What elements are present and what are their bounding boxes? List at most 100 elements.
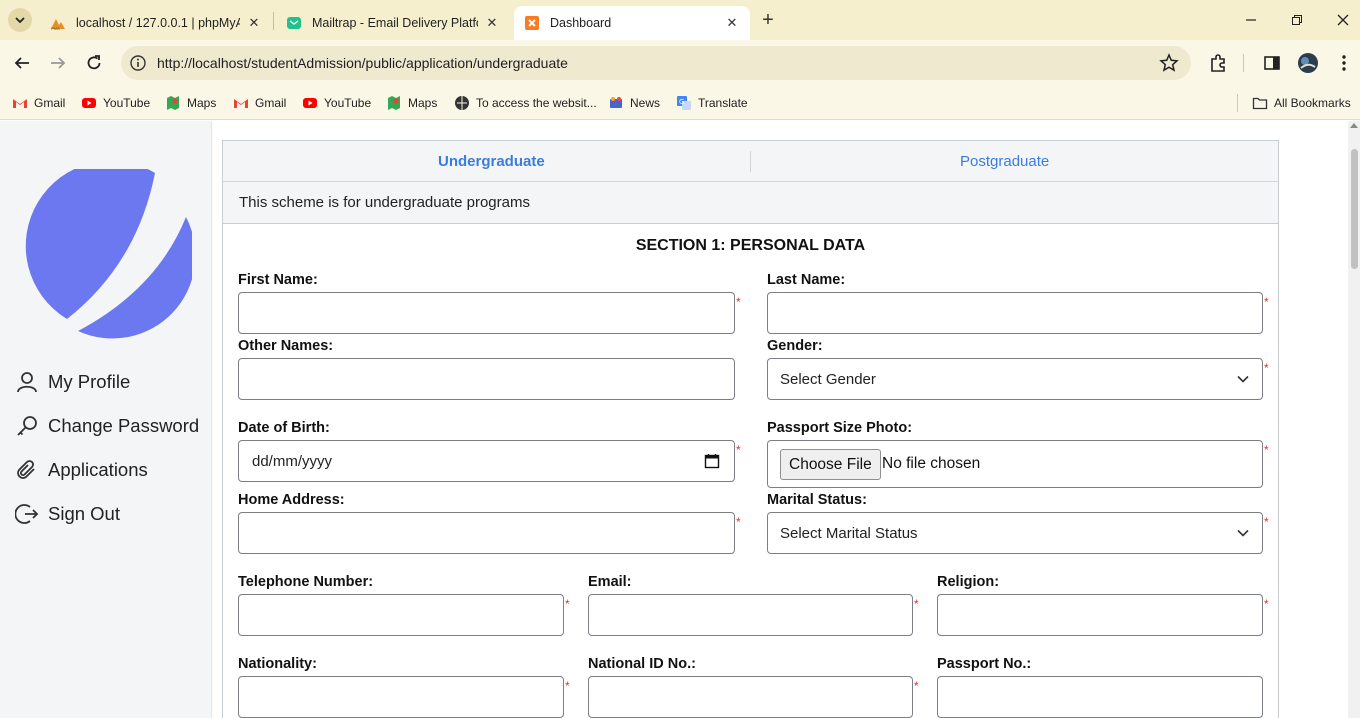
dob-field[interactable]: dd/mm/yyyy (238, 440, 735, 482)
bookmark-gmail-2[interactable]: Gmail (233, 92, 286, 114)
tab-phpmyadmin[interactable]: PMA localhost / 127.0.0.1 | phpMyAdmin ✕ (40, 6, 272, 40)
menu-button[interactable] (1333, 52, 1355, 74)
sign-out-icon (15, 504, 39, 524)
application-card: Undergraduate Postgraduate This scheme i… (222, 140, 1279, 718)
sidebar-item-applications[interactable]: Applications (15, 455, 148, 485)
svg-text:PMA: PMA (51, 26, 60, 31)
tab-search-button[interactable] (8, 8, 32, 32)
national-id-field[interactable] (588, 676, 913, 718)
minimize-button[interactable] (1241, 10, 1261, 30)
tab-undergraduate[interactable]: Undergraduate (438, 153, 545, 170)
close-icon (1337, 14, 1349, 26)
scheme-note: This scheme is for undergraduate program… (223, 182, 1278, 224)
address-field[interactable] (238, 512, 735, 554)
tab-dashboard[interactable]: Dashboard ✕ (514, 6, 750, 40)
sidebar-item-my-profile[interactable]: My Profile (15, 367, 130, 397)
back-button[interactable] (11, 52, 33, 74)
profile-button[interactable] (1297, 52, 1319, 74)
sidebar-item-label: Sign Out (48, 503, 120, 524)
marital-label: Marital Status: (767, 492, 867, 508)
required-mark: * (1264, 443, 1269, 457)
arrow-left-icon (14, 57, 29, 69)
bookmark-maps-2[interactable]: Maps (386, 92, 437, 114)
app-logo (25, 169, 192, 339)
chevron-down-icon (1237, 375, 1249, 383)
choose-file-button[interactable]: Choose File (780, 449, 881, 480)
arrow-right-icon (51, 57, 66, 69)
close-icon[interactable]: ✕ (246, 15, 262, 31)
required-mark: * (736, 443, 741, 457)
religion-field[interactable] (937, 594, 1263, 636)
close-icon[interactable]: ✕ (484, 15, 500, 31)
gender-select-value: Select Gender (780, 371, 876, 388)
required-mark: * (1264, 295, 1269, 309)
bookmark-youtube-2[interactable]: YouTube (302, 92, 371, 114)
restore-icon (1292, 15, 1302, 25)
required-mark: * (565, 597, 570, 611)
close-icon[interactable]: ✕ (724, 15, 740, 31)
tab-postgraduate[interactable]: Postgraduate (960, 153, 1049, 170)
side-panel-button[interactable] (1261, 52, 1283, 74)
tab-title: Mailtrap - Email Delivery Platform (312, 16, 478, 30)
first-name-label: First Name: (238, 272, 318, 288)
required-mark: * (1264, 597, 1269, 611)
key-icon (17, 416, 37, 436)
first-name-field[interactable] (238, 292, 735, 334)
forward-button[interactable] (47, 52, 69, 74)
folder-icon (1252, 97, 1268, 110)
news-icon (610, 97, 622, 108)
sidebar-item-change-password[interactable]: Change Password (15, 411, 199, 441)
close-window-button[interactable] (1333, 10, 1353, 30)
marital-select[interactable]: Select Marital Status (767, 512, 1263, 554)
tab-mailtrap[interactable]: Mailtrap - Email Delivery Platform ✕ (276, 6, 510, 40)
page-scrollbar[interactable] (1348, 121, 1360, 718)
photo-upload-field[interactable]: Choose File No file chosen (767, 440, 1263, 488)
chevron-down-icon (1237, 529, 1249, 537)
telephone-field[interactable] (238, 594, 564, 636)
address-label: Home Address: (238, 492, 345, 508)
file-status: No file chosen (882, 455, 981, 472)
bookmark-gmail[interactable]: Gmail (12, 92, 65, 114)
scrollbar-thumb[interactable] (1351, 149, 1358, 269)
translate-icon: G (677, 96, 691, 110)
maps-icon (388, 96, 400, 110)
other-names-field[interactable] (238, 358, 735, 400)
bookmark-translate[interactable]: G Translate (676, 92, 748, 114)
passport-label: Passport No.: (937, 656, 1032, 672)
restore-button[interactable] (1287, 10, 1307, 30)
user-icon (17, 372, 37, 393)
phpmyadmin-icon: PMA (51, 19, 65, 31)
marital-select-value: Select Marital Status (780, 525, 918, 542)
bookmark-news[interactable]: News (608, 92, 660, 114)
site-info-icon[interactable] (129, 54, 147, 72)
url-text[interactable]: http://localhost/studentAdmission/public… (157, 55, 568, 71)
nationality-field[interactable] (238, 676, 564, 718)
required-mark: * (565, 679, 570, 693)
extensions-button[interactable] (1207, 52, 1229, 74)
bookmark-website[interactable]: To access the websit... (454, 92, 597, 114)
youtube-icon (82, 98, 96, 108)
globe-icon (455, 96, 469, 110)
xampp-icon (525, 16, 539, 30)
last-name-field[interactable] (767, 292, 1263, 334)
section-title: SECTION 1: PERSONAL DATA (635, 237, 866, 254)
scroll-up-arrow[interactable] (1350, 123, 1358, 128)
svg-text:G: G (679, 98, 684, 106)
email-field[interactable] (588, 594, 913, 636)
passport-field[interactable] (937, 676, 1263, 718)
bookmark-maps[interactable]: Maps (165, 92, 216, 114)
gender-select[interactable]: Select Gender (767, 358, 1263, 400)
required-mark: * (736, 295, 741, 309)
bookmark-youtube[interactable]: YouTube (81, 92, 150, 114)
tab-title: localhost / 127.0.0.1 | phpMyAdmin (76, 16, 240, 30)
all-bookmarks[interactable]: All Bookmarks (1252, 92, 1351, 114)
bookmarks-bar: Gmail YouTube Maps Gmail YouTube Maps To… (0, 86, 1360, 120)
maps-icon (167, 96, 179, 110)
sidebar-item-sign-out[interactable]: Sign Out (15, 499, 120, 529)
new-tab-button[interactable]: + (758, 10, 778, 30)
bookmark-star-icon[interactable] (1159, 53, 1179, 73)
reload-button[interactable] (83, 52, 105, 74)
address-bar[interactable]: http://localhost/studentAdmission/public… (121, 46, 1191, 80)
calendar-icon[interactable] (704, 453, 720, 469)
avatar (1298, 53, 1318, 73)
